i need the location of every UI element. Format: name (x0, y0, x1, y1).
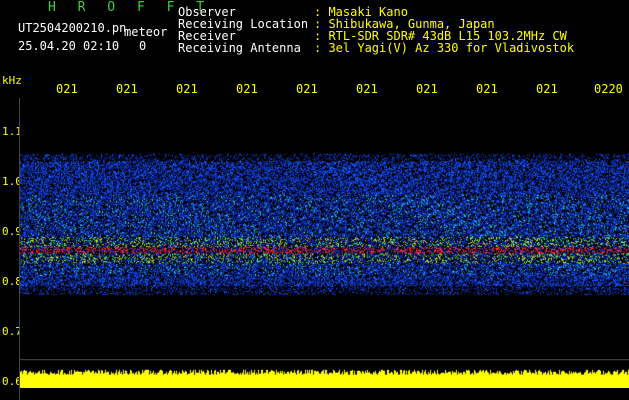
info-value: : 3el Yagi(V) Az 330 for Vladivostok (314, 41, 575, 55)
info-label: Receiving Antenna (178, 41, 301, 55)
meteor-label: meteor (124, 25, 168, 39)
time-tick: 021 (356, 82, 378, 96)
time-tick: 021 (536, 82, 558, 96)
time-tick: 021 (116, 82, 138, 96)
spectrogram (20, 98, 629, 388)
time-tick: 021 (236, 82, 258, 96)
station-info: Observer : Masaki Kano Receiving Locatio… (178, 6, 574, 54)
time-tick: 021 (56, 82, 78, 96)
filename: UT2504200210.pn (18, 21, 127, 35)
time-tick: 021 (416, 82, 438, 96)
info-antenna: Receiving Antenna : 3el Yagi(V) Az 330 f… (178, 42, 574, 54)
time-tick: 021 (296, 82, 318, 96)
meteor-count: 0 (139, 39, 147, 53)
time-tick: 021 (476, 82, 498, 96)
frequency-unit-label: kHz (2, 74, 22, 87)
time-tick: 0220 (594, 82, 623, 96)
datetime: 25.04.20 02:10 (18, 39, 120, 53)
time-tick: 021 (176, 82, 198, 96)
